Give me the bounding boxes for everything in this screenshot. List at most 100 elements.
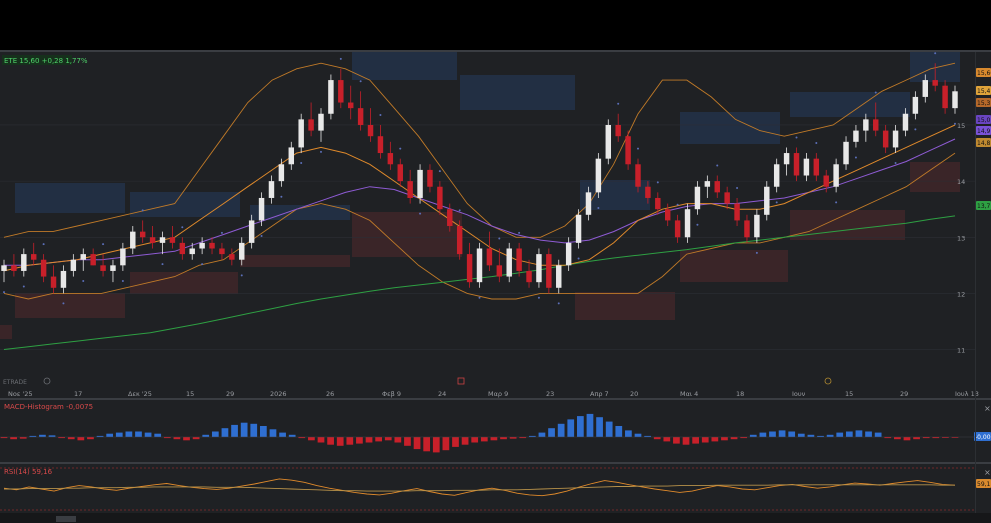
macd-bar <box>682 437 690 445</box>
macd-label: MACD-Histogram -0,0075 <box>4 403 93 411</box>
candle-body <box>328 80 334 114</box>
candle-body <box>595 158 602 193</box>
macd-bar <box>240 422 248 437</box>
sar-dot <box>537 296 540 299</box>
macd-bar <box>39 434 46 437</box>
macd-bar <box>384 437 392 441</box>
candle-body <box>139 231 146 238</box>
sar-dot <box>22 285 25 288</box>
y-tick-label: 15 <box>957 122 965 130</box>
candle-body <box>615 124 621 137</box>
candle-body <box>258 197 265 221</box>
macd-bar <box>538 432 546 437</box>
candle-body <box>456 226 463 255</box>
sar-dot <box>914 128 917 131</box>
candle-body <box>40 259 47 277</box>
sar-dot <box>82 279 85 282</box>
candle-body <box>803 158 810 176</box>
candle-body <box>833 164 839 187</box>
macd-bar <box>701 437 709 443</box>
zone-box <box>15 183 125 213</box>
x-tick-label: 29 <box>900 390 908 398</box>
x-tick-label: 20 <box>630 390 638 398</box>
x-tick-label: Δεκ '25 <box>128 390 152 398</box>
candle-body <box>655 197 661 210</box>
zone-box <box>680 250 788 282</box>
y-tick-label: 12 <box>957 290 965 298</box>
candle-body <box>466 254 473 283</box>
zone-box <box>352 212 462 257</box>
macd-bar <box>394 437 402 443</box>
chart-canvas[interactable]: -0,007 59,1 Νοε '25 17 Δεκ '25 15 29 2026 26 Φε… <box>0 0 991 523</box>
candle-body <box>318 113 324 131</box>
pane-divider-rsi <box>0 462 991 464</box>
macd-bar <box>797 433 805 437</box>
candle-body <box>486 248 493 266</box>
candle-body <box>397 164 403 182</box>
sar-dot <box>478 296 481 299</box>
candle-body <box>764 186 770 215</box>
candle-body <box>912 96 919 114</box>
candle-body <box>863 119 869 131</box>
candle-body <box>159 237 166 243</box>
candle-body <box>684 209 691 238</box>
macd-bar <box>183 437 190 441</box>
candle-body <box>645 186 651 198</box>
candle-body <box>506 248 512 277</box>
macd-bar <box>663 437 671 442</box>
candle-body <box>902 113 909 131</box>
macd-close-icon[interactable]: × <box>984 404 991 413</box>
macd-bar <box>211 431 219 437</box>
zone-box <box>130 192 240 217</box>
price-tag-label: 15,4 <box>977 88 991 95</box>
zone-box <box>680 112 780 144</box>
sar-dot <box>42 243 45 246</box>
sar-dot <box>656 181 659 184</box>
macd-bar <box>845 431 853 437</box>
candle-body <box>407 181 413 198</box>
macd-bar <box>721 437 728 441</box>
candle-body <box>1 265 7 271</box>
macd-bar <box>375 437 382 442</box>
macd-bar <box>769 431 776 437</box>
sar-dot <box>894 162 897 165</box>
macd-bar <box>192 437 200 440</box>
x-tick-label: 24 <box>438 390 446 398</box>
x-tick-label: Μαι 4 <box>680 390 698 398</box>
candle-body <box>704 181 711 187</box>
macd-bar <box>894 437 901 440</box>
zone-box <box>240 255 350 267</box>
candle-body <box>536 254 542 283</box>
sar-dot <box>854 156 857 159</box>
candle-body <box>674 220 681 238</box>
top-divider <box>0 50 991 52</box>
candle-body <box>556 265 562 288</box>
sar-dot <box>775 201 778 204</box>
candle-body <box>169 237 176 243</box>
candle-body <box>229 254 235 260</box>
sar-dot <box>220 231 223 234</box>
macd-bar <box>250 423 258 437</box>
macd-bar <box>106 433 114 437</box>
sar-dot <box>557 302 560 305</box>
trading-chart[interactable]: -0,007 59,1 Νοε '25 17 Δεκ '25 15 29 2026 26 Φε… <box>0 0 991 523</box>
zone-box <box>0 325 12 339</box>
macd-bar <box>596 417 603 437</box>
candle-body <box>60 270 67 288</box>
sar-dot <box>815 142 818 145</box>
candle-body <box>377 136 384 154</box>
sar-dot <box>399 147 402 150</box>
macd-bar <box>865 431 872 437</box>
macd-bar <box>778 430 786 437</box>
sar-dot <box>676 203 679 206</box>
macd-bar <box>269 429 277 437</box>
rsi-close-icon[interactable]: × <box>984 468 991 477</box>
sar-dot <box>121 279 124 282</box>
candle-body <box>724 192 730 204</box>
scrollbar-thumb[interactable] <box>56 516 76 522</box>
macd-bar <box>173 437 181 440</box>
macd-bar <box>336 437 344 446</box>
sar-dot <box>637 147 639 150</box>
candle-body <box>783 153 790 165</box>
y-tick-label: 13 <box>957 234 965 242</box>
